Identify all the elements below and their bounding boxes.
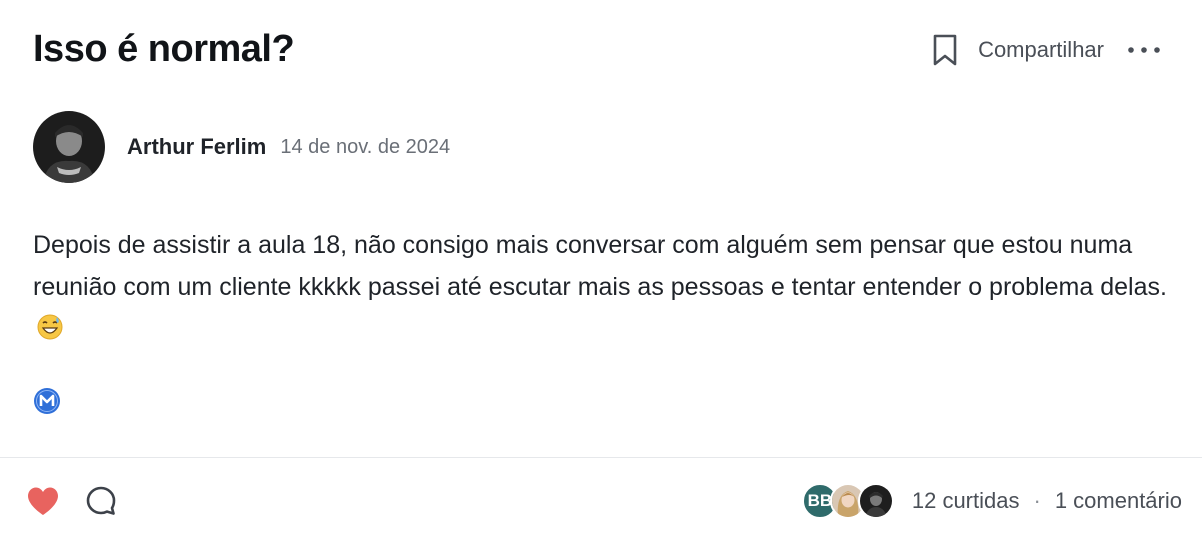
- more-horizontal-icon: [1128, 47, 1160, 53]
- like-button[interactable]: [26, 484, 60, 518]
- bookmark-icon: [933, 34, 957, 66]
- author-name[interactable]: Arthur Ferlim: [127, 134, 266, 160]
- comment-button[interactable]: [84, 484, 118, 518]
- more-options-button[interactable]: [1126, 32, 1162, 68]
- post-title: Isso é normal?: [33, 28, 295, 70]
- liker-avatar: [857, 483, 894, 519]
- share-button[interactable]: Compartilhar: [978, 37, 1104, 63]
- author-row: Arthur Ferlim 14 de nov. de 2024: [33, 111, 450, 183]
- post-actions: Compartilhar: [930, 32, 1162, 68]
- post-body: Depois de assistir a aula 18, não consig…: [33, 224, 1173, 350]
- bookmark-button[interactable]: [930, 32, 960, 68]
- heart-icon: [28, 487, 58, 515]
- grinning-face-with-sweat-icon: [37, 311, 63, 340]
- author-avatar[interactable]: [33, 111, 105, 183]
- post-body-text: Depois de assistir a aula 18, não consig…: [33, 231, 1167, 301]
- divider: [0, 457, 1202, 458]
- post-stats: BB 12 curtidas · 1 comentário: [801, 482, 1182, 520]
- m-badge-icon[interactable]: [33, 387, 61, 415]
- comments-count[interactable]: 1 comentário: [1055, 488, 1182, 514]
- stats-separator: ·: [1033, 488, 1041, 513]
- post-date: 14 de nov. de 2024: [280, 135, 451, 158]
- comment-icon: [86, 486, 116, 515]
- likes-count[interactable]: 12 curtidas: [912, 488, 1020, 514]
- likers-avatars[interactable]: BB: [801, 483, 894, 519]
